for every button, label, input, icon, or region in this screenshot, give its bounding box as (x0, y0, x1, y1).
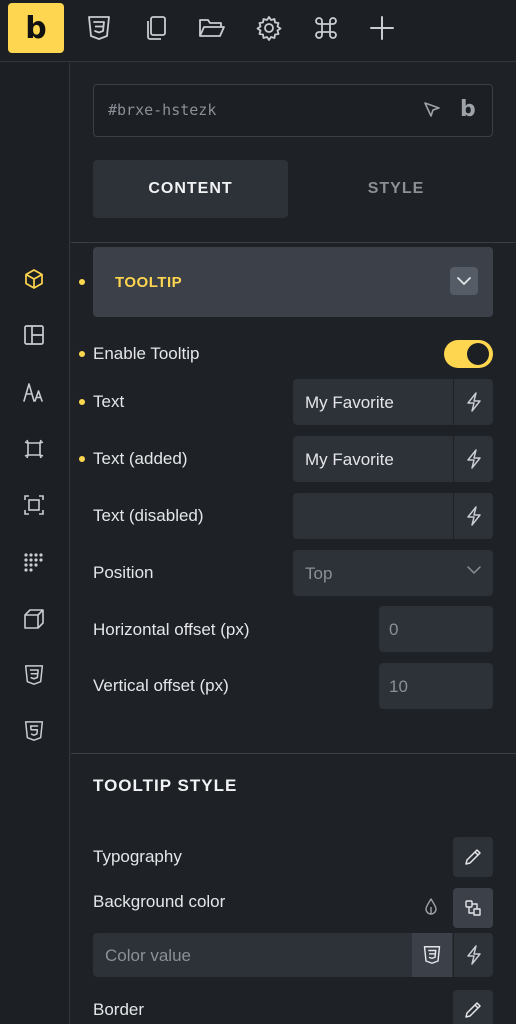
text-label: Text (93, 392, 125, 411)
horizontal-offset-input[interactable]: 0 (379, 606, 493, 652)
tab-content[interactable]: CONTENT (93, 160, 288, 218)
tooltip-section-header[interactable]: TOOLTIP (93, 247, 493, 317)
spacing-icon[interactable] (21, 436, 47, 462)
add-plus-icon[interactable] (368, 14, 396, 42)
horizontal-offset-placeholder: 0 (389, 620, 399, 639)
chevron-down-icon[interactable] (450, 267, 478, 295)
dynamic-data-bolt-icon[interactable] (453, 493, 493, 539)
settings-gear-icon[interactable] (255, 14, 283, 42)
element-id-text: #brxe-hstezk (108, 101, 217, 119)
text-input-value: My Favorite (305, 393, 394, 412)
text-added-label: Text (added) (93, 449, 188, 468)
toggle-knob (467, 343, 489, 365)
typography-label: Typography (93, 847, 182, 866)
palette-icon (465, 900, 481, 916)
position-selected-value: Top (305, 564, 333, 583)
size-icon[interactable] (21, 492, 47, 518)
position-select[interactable]: Top (293, 550, 493, 596)
element-id-field[interactable]: #brxe-hstezk b (93, 84, 493, 137)
top-toolbar: b (0, 0, 516, 62)
edit-typography-button[interactable] (453, 837, 493, 877)
divider (71, 242, 516, 243)
css3-icon[interactable] (85, 14, 113, 42)
edit-border-button[interactable] (453, 990, 493, 1024)
dynamic-data-bolt-icon[interactable] (453, 436, 493, 482)
color-drop-icon[interactable] (423, 898, 439, 916)
enable-tooltip-label: Enable Tooltip (93, 344, 200, 363)
text-added-value: My Favorite (305, 450, 394, 469)
pages-icon[interactable] (142, 14, 170, 42)
left-rail (0, 63, 70, 1024)
typography-icon[interactable] (21, 379, 47, 405)
pencil-icon (465, 1002, 481, 1018)
color-value-input[interactable]: Color value (93, 933, 493, 977)
folder-icon[interactable] (198, 14, 226, 42)
grid-dots-icon[interactable] (21, 549, 47, 575)
bricks-logo-button[interactable]: b (8, 3, 64, 53)
position-label: Position (93, 563, 154, 582)
background-color-label: Background color (93, 892, 226, 911)
properties-panel: #brxe-hstezk b CONTENT STYLE TOOLTIP Ena… (71, 63, 516, 1024)
tooltip-style-title: TOOLTIP STYLE (93, 776, 238, 795)
vertical-offset-placeholder: 10 (389, 677, 408, 696)
css3-icon[interactable] (412, 933, 452, 977)
transform-icon[interactable] (21, 606, 47, 632)
changed-indicator-dot (79, 456, 85, 462)
html5-icon[interactable] (21, 718, 47, 744)
dynamic-data-bolt-icon[interactable] (453, 933, 493, 977)
css3-icon[interactable] (21, 662, 47, 688)
color-value-placeholder: Color value (105, 946, 191, 965)
text-disabled-label: Text (disabled) (93, 506, 204, 525)
section-title: TOOLTIP (115, 274, 183, 291)
vertical-offset-label: Vertical offset (px) (93, 676, 229, 695)
enable-tooltip-toggle[interactable] (444, 340, 493, 368)
changed-indicator-dot (79, 351, 85, 357)
tab-style[interactable]: STYLE (301, 160, 491, 218)
text-disabled-input[interactable] (293, 493, 493, 539)
vertical-offset-input[interactable]: 10 (379, 663, 493, 709)
changed-indicator-dot (79, 399, 85, 405)
layout-icon[interactable] (21, 322, 47, 348)
dynamic-data-bolt-icon[interactable] (453, 379, 493, 425)
text-added-input[interactable]: My Favorite (293, 436, 493, 482)
border-label: Border (93, 1000, 145, 1019)
pencil-icon (465, 849, 481, 865)
command-icon[interactable] (312, 14, 340, 42)
color-palette-button[interactable] (453, 888, 493, 928)
chevron-down-icon (467, 566, 481, 575)
horizontal-offset-label: Horizontal offset (px) (93, 620, 250, 639)
cursor-pointer-icon[interactable] (422, 100, 442, 120)
cube-icon[interactable] (21, 266, 47, 292)
divider (71, 753, 516, 754)
text-input[interactable]: My Favorite (293, 379, 493, 425)
changed-indicator-dot (79, 279, 85, 285)
bricks-logo-icon[interactable]: b (460, 97, 476, 122)
